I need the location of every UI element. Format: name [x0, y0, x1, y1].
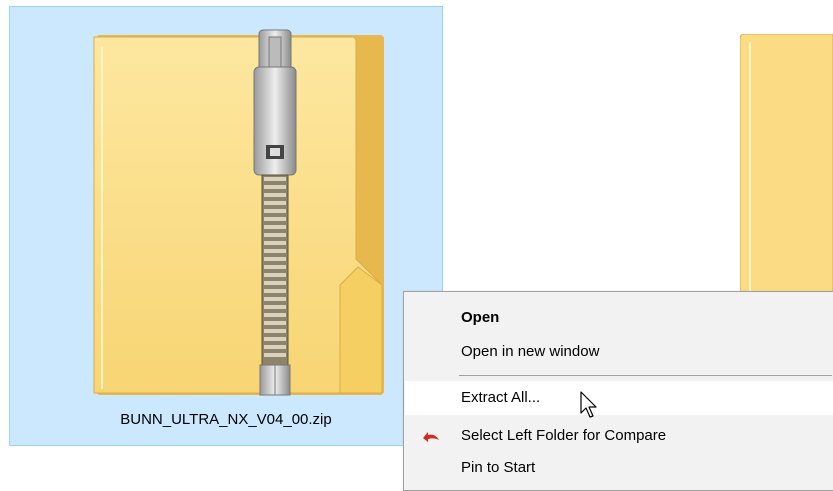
menu-item-label: Extract All...	[461, 389, 541, 406]
context-menu: Open Open in new window Extract All... S…	[403, 291, 833, 491]
menu-item-label: Open in new window	[461, 343, 600, 360]
menu-item-open-new-window[interactable]: Open in new window	[405, 335, 833, 369]
menu-separator	[459, 375, 832, 376]
compare-arrow-icon	[423, 432, 439, 442]
zip-folder-icon	[93, 29, 384, 396]
mouse-pointer-icon	[580, 391, 597, 418]
menu-item-label: Select Left Folder for Compare	[461, 427, 667, 444]
menu-item-extract-all[interactable]: Extract All...	[405, 381, 833, 415]
menu-item-label: Pin to Start	[461, 459, 536, 476]
menu-item-open[interactable]: Open	[405, 301, 833, 335]
file-name-label: BUNN_ULTRA_NX_V04_00.zip	[120, 411, 332, 428]
menu-item-pin-to-start[interactable]: Pin to Start	[405, 451, 833, 485]
folder-icon[interactable]	[740, 34, 833, 294]
menu-item-label: Open	[461, 309, 500, 326]
menu-item-select-left-folder-compare[interactable]: Select Left Folder for Compare	[405, 419, 833, 453]
zip-file-item[interactable]: BUNN_ULTRA_NX_V04_00.zip	[9, 6, 443, 446]
